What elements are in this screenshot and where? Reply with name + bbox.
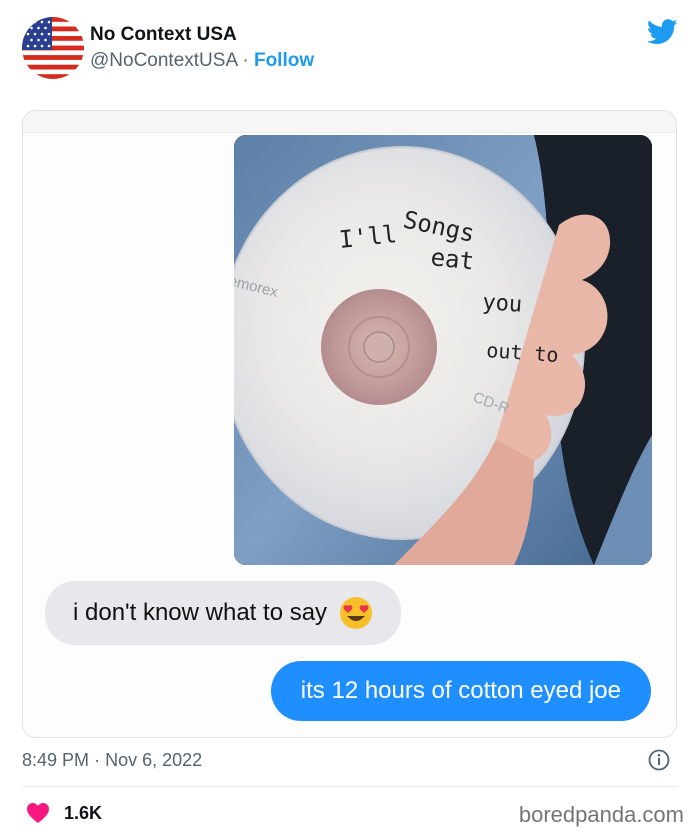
cd-photo[interactable]: Songs I'll eat you out to emorex CD-R [234, 135, 652, 565]
info-icon[interactable] [648, 749, 670, 771]
follow-button[interactable]: Follow [254, 50, 314, 71]
heart-icon [27, 803, 49, 823]
tweet-media-card[interactable]: Songs I'll eat you out to emorex CD-R i … [22, 110, 677, 738]
author-handle-line: @NoContextUSA · Follow [90, 49, 314, 73]
author-handle[interactable]: @NoContextUSA [90, 50, 237, 71]
us-flag-icon[interactable] [22, 17, 84, 79]
like-button[interactable]: 1.6K [26, 802, 102, 824]
tweet-timestamp[interactable]: 8:49 PM · Nov 6, 2022 [22, 750, 202, 771]
incoming-message-bubble: i don't know what to say [45, 581, 402, 645]
footer-divider [22, 786, 678, 787]
author-display-name[interactable]: No Context USA [90, 24, 314, 46]
tweet-date: Nov 6, 2022 [105, 750, 203, 770]
incoming-message-text: i don't know what to say [73, 599, 328, 626]
like-count: 1.6K [64, 802, 103, 823]
author-block: No Context USA @NoContextUSA · Follow [90, 24, 314, 73]
cd-text-eat: eat [429, 243, 475, 275]
outgoing-message-bubble: its 12 hours of cotton eyed joe [270, 661, 651, 721]
tweet-header: No Context USA @NoContextUSA · Follow [0, 0, 700, 100]
cd-text-out-to: out to [486, 338, 560, 367]
cd-text-you: you [482, 290, 523, 318]
tweet-time: 8:49 PM [22, 750, 90, 770]
twitter-bird-icon[interactable] [647, 18, 678, 46]
screenshot-top-bar [23, 111, 676, 133]
timestamp-separator: · [94, 750, 101, 770]
heart-eyes-emoji-icon [340, 597, 373, 629]
outgoing-message-text: its 12 hours of cotton eyed joe [300, 677, 621, 704]
handle-separator: · [242, 50, 249, 71]
boredpanda-watermark: boredpanda.com [518, 802, 684, 827]
